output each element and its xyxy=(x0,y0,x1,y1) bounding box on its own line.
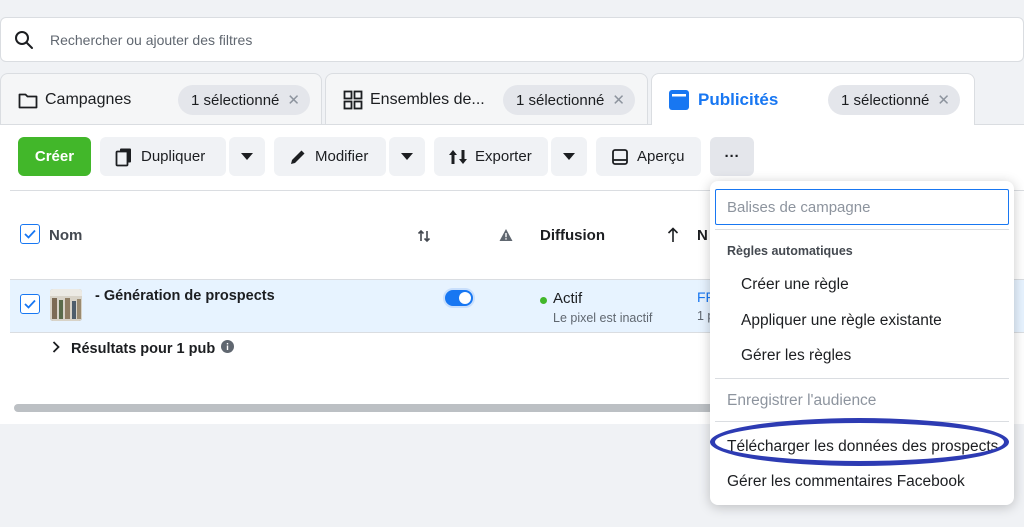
caret-down-icon xyxy=(563,148,575,165)
menu-item-apply-rule[interactable]: Appliquer une règle existante xyxy=(741,312,942,330)
selection-count: 1 sélectionné xyxy=(191,91,280,109)
more-options-button[interactable]: ··· xyxy=(710,137,754,176)
export-dropdown[interactable] xyxy=(551,137,587,176)
check-icon xyxy=(24,299,36,309)
export-button[interactable]: Exporter xyxy=(434,137,548,176)
folder-icon xyxy=(17,89,39,111)
ad-thumbnail xyxy=(50,289,82,321)
status-dot xyxy=(540,297,547,304)
tab-ads[interactable]: Publicités 1 sélectionné ✕ xyxy=(651,73,975,125)
grid-icon xyxy=(342,89,364,111)
close-icon[interactable]: ✕ xyxy=(937,91,950,109)
search-icon xyxy=(13,29,35,51)
menu-item-create-rule[interactable]: Créer une règle xyxy=(741,276,849,294)
highlight-annotation xyxy=(710,418,1009,466)
preview-button[interactable]: Aperçu xyxy=(596,137,701,176)
edit-button[interactable]: Modifier xyxy=(274,137,386,176)
row-checkbox[interactable] xyxy=(20,294,40,314)
close-icon[interactable]: ✕ xyxy=(287,91,300,109)
tab-label: Campagnes xyxy=(45,90,132,108)
ad-icon xyxy=(668,89,690,111)
ad-toggle[interactable] xyxy=(443,288,475,308)
chevron-right-icon[interactable] xyxy=(52,340,60,358)
auto-rules-heading: Règles automatiques xyxy=(727,244,853,258)
arrow-up-icon[interactable] xyxy=(667,227,679,248)
more-options-menu: Règles automatiques Créer une règle Appl… xyxy=(710,181,1014,505)
tab-campaigns[interactable]: Campagnes 1 sélectionné ✕ xyxy=(0,73,322,125)
more-icon: ··· xyxy=(724,148,740,165)
column-name[interactable]: Nom xyxy=(49,227,82,244)
results-row[interactable]: Résultats pour 1 pub xyxy=(52,340,235,358)
info-icon[interactable] xyxy=(221,340,235,358)
selection-count: 1 sélectionné xyxy=(841,91,930,109)
selection-pill[interactable]: 1 sélectionné ✕ xyxy=(503,85,635,115)
menu-item-save-audience: Enregistrer l'audience xyxy=(727,392,877,409)
edit-label: Modifier xyxy=(315,148,369,165)
selection-pill[interactable]: 1 sélectionné ✕ xyxy=(178,85,310,115)
menu-item-manage-rules[interactable]: Gérer les règles xyxy=(741,347,851,365)
select-all-checkbox[interactable] xyxy=(20,224,40,244)
search-input[interactable] xyxy=(50,31,650,48)
menu-item-manage-comments[interactable]: Gérer les commentaires Facebook xyxy=(727,473,965,491)
campaign-tags-input[interactable] xyxy=(715,189,1009,225)
column-delivery[interactable]: Diffusion xyxy=(540,227,605,244)
tab-label: Ensembles de... xyxy=(370,90,485,108)
ad-name[interactable]: - Génération de prospects xyxy=(95,288,275,304)
preview-label: Aperçu xyxy=(637,148,685,165)
results-label: Résultats pour 1 pub xyxy=(71,341,216,357)
divider xyxy=(715,378,1009,379)
duplicate-icon xyxy=(113,146,135,168)
duplicate-dropdown[interactable] xyxy=(229,137,265,176)
selection-pill[interactable]: 1 sélectionné ✕ xyxy=(828,85,960,115)
close-icon[interactable]: ✕ xyxy=(612,91,625,109)
export-label: Exporter xyxy=(475,148,532,165)
warning-icon xyxy=(499,228,513,247)
status-detail: Le pixel est inactif xyxy=(553,311,653,325)
column-next[interactable]: N xyxy=(697,227,708,244)
tab-label: Publicités xyxy=(698,89,779,109)
search-bar[interactable] xyxy=(0,17,1024,62)
status-text: Actif xyxy=(553,290,583,307)
horizontal-scrollbar[interactable] xyxy=(14,404,714,412)
check-icon xyxy=(24,229,36,239)
duplicate-button[interactable]: Dupliquer xyxy=(100,137,226,176)
tab-adsets[interactable]: Ensembles de... 1 sélectionné ✕ xyxy=(325,73,648,125)
caret-down-icon xyxy=(241,148,253,165)
pencil-icon xyxy=(287,146,309,168)
create-button[interactable]: Créer xyxy=(18,137,91,176)
duplicate-label: Dupliquer xyxy=(141,148,206,165)
export-icon xyxy=(447,146,469,168)
edit-dropdown[interactable] xyxy=(389,137,425,176)
divider xyxy=(715,229,1009,230)
caret-down-icon xyxy=(401,148,413,165)
sort-icon[interactable] xyxy=(417,229,431,248)
selection-count: 1 sélectionné xyxy=(516,91,605,109)
preview-icon xyxy=(609,146,631,168)
